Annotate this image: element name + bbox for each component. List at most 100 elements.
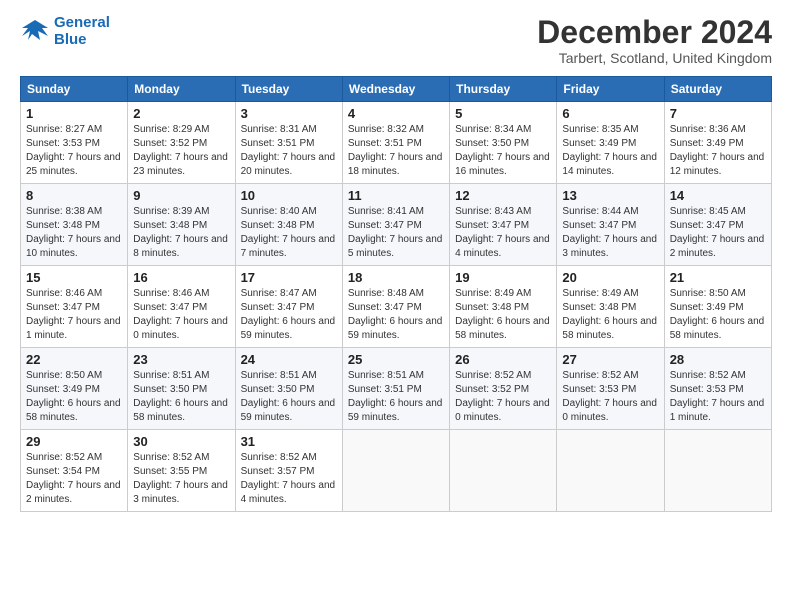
day-number: 17 [241, 270, 337, 285]
day-number: 6 [562, 106, 658, 121]
day-number: 27 [562, 352, 658, 367]
calendar-cell: 16 Sunrise: 8:46 AMSunset: 3:47 PMDayligh… [128, 266, 235, 348]
day-info: Sunrise: 8:50 AMSunset: 3:49 PMDaylight:… [26, 369, 122, 425]
month-title: December 2024 [537, 15, 772, 50]
calendar-week-row: 22 Sunrise: 8:50 AMSunset: 3:49 PMDayligh… [21, 348, 772, 430]
day-number: 15 [26, 270, 122, 285]
logo-line1: General [54, 14, 110, 31]
day-number: 12 [455, 188, 551, 203]
calendar-cell: 9Sunrise: 8:39 AMSunset: 3:48 PMDaylight… [128, 184, 235, 266]
day-number: 16 [133, 270, 229, 285]
day-info: Sunrise: 8:51 AMSunset: 3:51 PMDaylight:… [348, 369, 444, 425]
calendar-cell: 24 Sunrise: 8:51 AMSunset: 3:50 PMDayligh… [235, 348, 342, 430]
calendar-cell: 1 Sunrise: 8:27 AMSunset: 3:53 PMDaylight… [21, 102, 128, 184]
day-number: 22 [26, 352, 122, 367]
calendar-cell: 11Sunrise: 8:41 AMSunset: 3:47 PMDayligh… [342, 184, 449, 266]
calendar-cell: 25 Sunrise: 8:51 AMSunset: 3:51 PMDayligh… [342, 348, 449, 430]
day-number: 30 [133, 434, 229, 449]
calendar-week-row: 15 Sunrise: 8:46 AMSunset: 3:47 PMDayligh… [21, 266, 772, 348]
day-number: 13 [562, 188, 658, 203]
calendar-week-row: 8 Sunrise: 8:38 AMSunset: 3:48 PMDaylight… [21, 184, 772, 266]
calendar-cell: 29 Sunrise: 8:52 AMSunset: 3:54 PMDayligh… [21, 430, 128, 512]
calendar-cell: 13 Sunrise: 8:44 AMSunset: 3:47 PMDayligh… [557, 184, 664, 266]
day-number: 18 [348, 270, 444, 285]
day-info: Sunrise: 8:52 AMSunset: 3:54 PMDaylight:… [26, 451, 122, 507]
calendar-cell: 23Sunrise: 8:51 AMSunset: 3:50 PMDayligh… [128, 348, 235, 430]
weekday-header: Monday [128, 77, 235, 102]
day-info: Sunrise: 8:44 AMSunset: 3:47 PMDaylight:… [562, 205, 658, 261]
calendar-cell [342, 430, 449, 512]
calendar-week-row: 1 Sunrise: 8:27 AMSunset: 3:53 PMDaylight… [21, 102, 772, 184]
day-info: Sunrise: 8:46 AMSunset: 3:47 PMDaylight:… [133, 287, 229, 343]
calendar-cell [450, 430, 557, 512]
day-info: Sunrise: 8:29 AMSunset: 3:52 PMDaylight:… [133, 123, 229, 179]
weekday-header: Saturday [664, 77, 771, 102]
calendar-cell: 2 Sunrise: 8:29 AMSunset: 3:52 PMDaylight… [128, 102, 235, 184]
calendar-cell: 26Sunrise: 8:52 AMSunset: 3:52 PMDayligh… [450, 348, 557, 430]
day-number: 26 [455, 352, 551, 367]
day-number: 5 [455, 106, 551, 121]
day-number: 8 [26, 188, 122, 203]
day-number: 10 [241, 188, 337, 203]
day-info: Sunrise: 8:50 AMSunset: 3:49 PMDaylight:… [670, 287, 766, 343]
day-number: 25 [348, 352, 444, 367]
calendar-cell: 31Sunrise: 8:52 AMSunset: 3:57 PMDayligh… [235, 430, 342, 512]
day-info: Sunrise: 8:41 AMSunset: 3:47 PMDaylight:… [348, 205, 444, 261]
day-number: 24 [241, 352, 337, 367]
day-info: Sunrise: 8:43 AMSunset: 3:47 PMDaylight:… [455, 205, 551, 261]
weekday-header: Wednesday [342, 77, 449, 102]
day-number: 19 [455, 270, 551, 285]
day-info: Sunrise: 8:45 AMSunset: 3:47 PMDaylight:… [670, 205, 766, 261]
day-info: Sunrise: 8:46 AMSunset: 3:47 PMDaylight:… [26, 287, 122, 343]
weekday-header: Friday [557, 77, 664, 102]
calendar-cell: 8 Sunrise: 8:38 AMSunset: 3:48 PMDaylight… [21, 184, 128, 266]
logo-line2: Blue [54, 31, 87, 48]
logo-icon [20, 18, 50, 46]
day-number: 2 [133, 106, 229, 121]
day-number: 31 [241, 434, 337, 449]
calendar-cell: 27Sunrise: 8:52 AMSunset: 3:53 PMDayligh… [557, 348, 664, 430]
calendar-cell: 6Sunrise: 8:35 AMSunset: 3:49 PMDaylight… [557, 102, 664, 184]
day-info: Sunrise: 8:34 AMSunset: 3:50 PMDaylight:… [455, 123, 551, 179]
calendar-cell: 30Sunrise: 8:52 AMSunset: 3:55 PMDayligh… [128, 430, 235, 512]
day-number: 9 [133, 188, 229, 203]
day-info: Sunrise: 8:49 AMSunset: 3:48 PMDaylight:… [455, 287, 551, 343]
calendar-cell: 21Sunrise: 8:50 AMSunset: 3:49 PMDayligh… [664, 266, 771, 348]
day-info: Sunrise: 8:48 AMSunset: 3:47 PMDaylight:… [348, 287, 444, 343]
calendar-cell: 28 Sunrise: 8:52 AMSunset: 3:53 PMDayligh… [664, 348, 771, 430]
page: General Blue December 2024 Tarbert, Scot… [0, 0, 792, 612]
day-number: 4 [348, 106, 444, 121]
day-info: Sunrise: 8:52 AMSunset: 3:53 PMDaylight:… [670, 369, 766, 425]
calendar-cell: 7 Sunrise: 8:36 AMSunset: 3:49 PMDaylight… [664, 102, 771, 184]
day-info: Sunrise: 8:51 AMSunset: 3:50 PMDaylight:… [241, 369, 337, 425]
calendar-cell: 3 Sunrise: 8:31 AMSunset: 3:51 PMDaylight… [235, 102, 342, 184]
day-number: 1 [26, 106, 122, 121]
logo-text: General Blue [54, 15, 110, 48]
day-number: 3 [241, 106, 337, 121]
day-info: Sunrise: 8:47 AMSunset: 3:47 PMDaylight:… [241, 287, 337, 343]
calendar-cell: 12 Sunrise: 8:43 AMSunset: 3:47 PMDayligh… [450, 184, 557, 266]
day-info: Sunrise: 8:31 AMSunset: 3:51 PMDaylight:… [241, 123, 337, 179]
calendar-cell [557, 430, 664, 512]
calendar-cell: 22 Sunrise: 8:50 AMSunset: 3:49 PMDayligh… [21, 348, 128, 430]
calendar-cell: 10 Sunrise: 8:40 AMSunset: 3:48 PMDayligh… [235, 184, 342, 266]
day-info: Sunrise: 8:27 AMSunset: 3:53 PMDaylight:… [26, 123, 122, 179]
calendar-week-row: 29 Sunrise: 8:52 AMSunset: 3:54 PMDayligh… [21, 430, 772, 512]
day-number: 7 [670, 106, 766, 121]
weekday-header: Sunday [21, 77, 128, 102]
weekday-header: Tuesday [235, 77, 342, 102]
day-number: 29 [26, 434, 122, 449]
calendar-cell: 4Sunrise: 8:32 AMSunset: 3:51 PMDaylight… [342, 102, 449, 184]
calendar-cell: 18 Sunrise: 8:48 AMSunset: 3:47 PMDayligh… [342, 266, 449, 348]
calendar-cell [664, 430, 771, 512]
logo: General Blue [20, 15, 110, 48]
calendar-cell: 19 Sunrise: 8:49 AMSunset: 3:48 PMDayligh… [450, 266, 557, 348]
day-number: 23 [133, 352, 229, 367]
day-info: Sunrise: 8:40 AMSunset: 3:48 PMDaylight:… [241, 205, 337, 261]
day-info: Sunrise: 8:49 AMSunset: 3:48 PMDaylight:… [562, 287, 658, 343]
calendar-table: SundayMondayTuesdayWednesdayThursdayFrid… [20, 76, 772, 512]
day-number: 28 [670, 352, 766, 367]
day-info: Sunrise: 8:36 AMSunset: 3:49 PMDaylight:… [670, 123, 766, 179]
day-number: 20 [562, 270, 658, 285]
day-info: Sunrise: 8:38 AMSunset: 3:48 PMDaylight:… [26, 205, 122, 261]
